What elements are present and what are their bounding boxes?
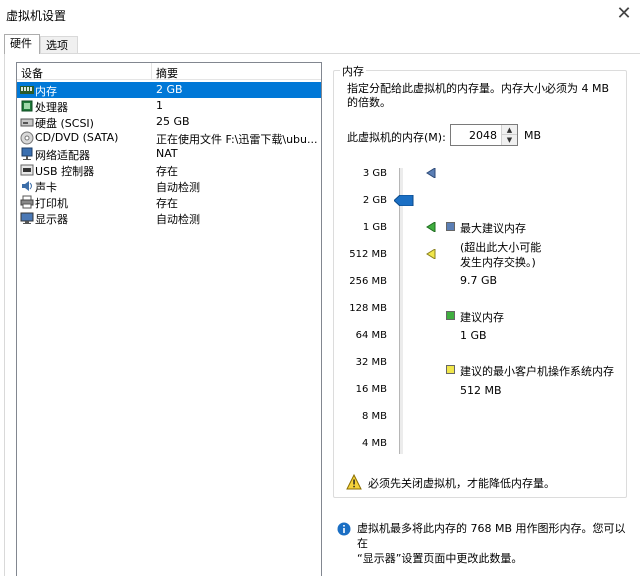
column-summary[interactable]: 摘要 — [156, 65, 178, 81]
device-name: USB 控制器 — [35, 165, 95, 178]
hard-disk-icon — [20, 118, 34, 127]
scale-label: 512 MB — [349, 249, 387, 260]
device-row-display[interactable]: 显示器 自动检测 — [17, 210, 321, 226]
max-legend-swatch — [446, 222, 455, 231]
scale-label: 4 MB — [361, 438, 387, 449]
device-summary: 1 — [156, 99, 163, 112]
close-icon[interactable]: ✕ — [612, 4, 636, 24]
scale-label: 32 MB — [355, 357, 387, 368]
device-summary: 自动检测 — [156, 181, 200, 194]
warning-icon — [346, 474, 362, 490]
minimum-legend-swatch — [446, 365, 455, 374]
info-text-line: “显示器”设置页面中更改此数量。 — [357, 552, 523, 565]
device-row-printer[interactable]: 打印机 存在 — [17, 194, 321, 210]
max-marker-icon — [426, 168, 436, 178]
max-legend-label: 最大建议内存 — [460, 222, 526, 235]
scale-label: 16 MB — [355, 384, 387, 395]
printer-icon — [20, 195, 34, 209]
max-legend-note: (超出此大小可能 — [460, 241, 542, 254]
device-name: 硬盘 (SCSI) — [35, 117, 94, 130]
scale-label: 1 GB — [362, 222, 387, 233]
tab-strip: 硬件 选项 — [0, 34, 640, 54]
device-summary: 2 GB — [156, 83, 183, 96]
memory-slider-track[interactable] — [399, 168, 403, 454]
memory-value[interactable]: 2048 — [469, 129, 497, 142]
device-summary: 存在 — [156, 165, 178, 178]
tab-options[interactable]: 选项 — [40, 36, 78, 53]
stepper-buttons: ▲ ▼ — [501, 125, 517, 145]
device-name: 打印机 — [35, 197, 68, 210]
memory-stepper[interactable]: 2048 ▲ ▼ — [450, 124, 518, 146]
device-name: 声卡 — [35, 181, 57, 194]
sound-card-icon — [22, 181, 32, 191]
scale-label: 256 MB — [349, 276, 387, 287]
device-row-memory[interactable]: 内存 2 GB — [17, 82, 321, 98]
column-device[interactable]: 设备 — [21, 65, 43, 81]
recommended-legend-label: 建议内存 — [460, 311, 504, 324]
scale-label: 64 MB — [355, 330, 387, 341]
tab-hardware[interactable]: 硬件 — [4, 34, 40, 54]
stepper-up-icon[interactable]: ▲ — [502, 125, 517, 135]
info-text: 虚拟机最多将此内存的 768 MB 用作图形内存。您可以在 “显示器”设置页面中… — [357, 521, 632, 566]
device-summary: NAT — [156, 147, 178, 160]
title-bar: 虚拟机设置 ✕ — [0, 0, 640, 30]
device-name: 显示器 — [35, 213, 68, 226]
device-name: 网络适配器 — [35, 149, 90, 162]
device-summary: 自动检测 — [156, 213, 200, 226]
usb-icon — [20, 164, 34, 176]
recommended-legend-swatch — [446, 311, 455, 320]
network-adapter-icon — [21, 147, 33, 160]
minimum-marker-icon — [426, 249, 436, 259]
device-summary: 25 GB — [156, 115, 190, 128]
device-name: CD/DVD (SATA) — [35, 131, 119, 144]
max-legend-value: 9.7 GB — [460, 274, 498, 287]
memory-group-title: 内存 — [340, 63, 366, 79]
stepper-down-icon[interactable]: ▼ — [502, 135, 517, 145]
memory-unit: MB — [524, 129, 542, 142]
display-icon — [20, 212, 34, 224]
device-row-network-adapter[interactable]: 网络适配器 NAT — [17, 146, 321, 162]
device-list[interactable]: 设备 摘要 内存 2 GB 处理器 1 硬盘 (SCSI) 25 GB CD/D… — [16, 62, 322, 576]
recommended-legend-value: 1 GB — [460, 329, 487, 342]
max-legend-note: 发生内存交换。) — [460, 256, 536, 269]
device-list-header: 设备 摘要 — [17, 63, 321, 80]
memory-description: 指定分配给此虚拟机的内存量。内存大小必须为 4 MB 的倍数。 — [347, 82, 610, 109]
processor-icon — [21, 100, 33, 112]
info-icon — [337, 522, 351, 536]
info-text-line: 虚拟机最多将此内存的 768 MB 用作图形内存。您可以在 — [357, 522, 626, 550]
warning-text: 必须先关闭虚拟机，才能降低内存量。 — [368, 477, 555, 490]
memory-icon — [20, 86, 34, 94]
device-summary: 存在 — [156, 197, 178, 210]
minimum-legend-label: 建议的最小客户机操作系统内存 — [460, 365, 614, 378]
scale-label: 8 MB — [361, 411, 387, 422]
scale-label: 128 MB — [349, 303, 387, 314]
cd-dvd-icon — [20, 131, 34, 145]
column-separator — [151, 63, 152, 79]
memory-slider-thumb[interactable] — [394, 195, 414, 206]
minimum-legend-value: 512 MB — [460, 384, 502, 397]
recommended-marker-icon — [426, 222, 436, 232]
device-row-hard-disk[interactable]: 硬盘 (SCSI) 25 GB — [17, 114, 321, 130]
device-summary: 正在使用文件 F:\迅雷下载\ubu... — [156, 133, 318, 146]
device-name: 内存 — [35, 85, 57, 98]
device-row-usb-controller[interactable]: USB 控制器 存在 — [17, 162, 321, 178]
device-row-processor[interactable]: 处理器 1 — [17, 98, 321, 114]
window-title: 虚拟机设置 — [6, 9, 67, 23]
scale-label: 2 GB — [362, 195, 387, 206]
device-row-cd-dvd[interactable]: CD/DVD (SATA) 正在使用文件 F:\迅雷下载\ubu... — [17, 130, 321, 146]
device-row-sound-card[interactable]: 声卡 自动检测 — [17, 178, 321, 194]
memory-field-label: 此虚拟机的内存(M): — [347, 131, 446, 144]
device-name: 处理器 — [35, 101, 68, 114]
scale-label: 3 GB — [362, 168, 387, 179]
